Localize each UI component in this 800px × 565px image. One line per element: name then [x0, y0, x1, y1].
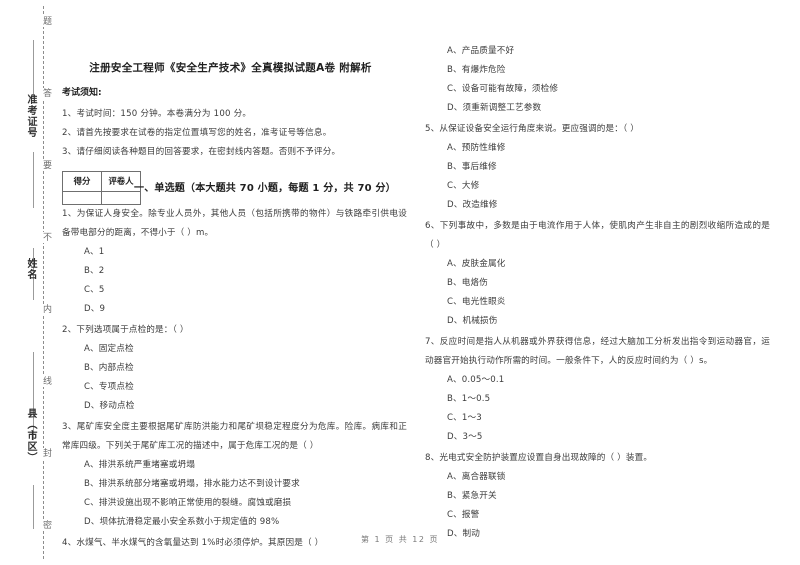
score-table: 得分 评卷人: [62, 171, 141, 205]
score-header-points: 得分: [62, 171, 102, 192]
margin-label-exam-number: 准考证号: [25, 94, 36, 138]
question-option[interactable]: D、3～5: [425, 428, 770, 447]
question-option[interactable]: D、坝体抗滑稳定最小安全系数小于规定值的 98%: [62, 513, 407, 532]
question-option[interactable]: C、电光性眼炎: [425, 293, 770, 312]
content-column-left: 考试须知: 1、考试时间：150 分钟。本卷满分为 100 分。 2、请首先按要…: [62, 84, 407, 553]
seal-char: 要: [36, 160, 51, 171]
question-option[interactable]: B、内部点检: [62, 359, 407, 378]
seal-char: 答: [36, 88, 51, 99]
page-title: 注册安全工程师《安全生产技术》全真模拟试题A卷 附解析: [89, 62, 372, 74]
question-option[interactable]: C、5: [62, 281, 407, 300]
question-option[interactable]: D、移动点检: [62, 397, 407, 416]
margin-rule: [33, 485, 34, 529]
seal-char: 密: [36, 520, 51, 531]
question-option[interactable]: B、事后维修: [425, 158, 770, 177]
question-stem: 6、下列事故中，多数是由于电流作用于人体，使肌肉产生非自主的剧烈收缩所造成的是（…: [425, 221, 770, 250]
question-option[interactable]: B、有爆炸危险: [425, 61, 770, 80]
question-option[interactable]: B、紧急开关: [425, 487, 770, 506]
question-option[interactable]: A、0.05～0.1: [425, 371, 770, 390]
page-footer: 第 1 页 共 12 页: [361, 535, 439, 544]
question-option[interactable]: A、皮肤金属化: [425, 255, 770, 274]
question-option[interactable]: B、排洪系统部分堵塞或坍塌，排水能力达不到设计要求: [62, 475, 407, 494]
seal-char: 题: [36, 16, 51, 27]
question-stem: 7、反应时间是指人从机器或外界获得信息，经过大脑加工分析发出指令到运动器官，运动…: [425, 337, 770, 366]
notice-item: 3、请仔细阅读各种题目的回答要求，在密封线内答题。否则不予评分。: [62, 147, 341, 157]
margin-rule: [33, 152, 34, 208]
question-stem: 2、下列选项属于点检的是：（ ）: [62, 325, 189, 335]
question-option[interactable]: C、报警: [425, 506, 770, 525]
question-option[interactable]: B、1～0.5: [425, 390, 770, 409]
question-option[interactable]: C、专项点检: [62, 378, 407, 397]
seal-char: 线: [36, 376, 51, 387]
seal-char: 内: [36, 304, 51, 315]
question-option[interactable]: A、1: [62, 243, 407, 262]
question-option[interactable]: A、产品质量不好: [425, 42, 770, 61]
question-option[interactable]: D、9: [62, 300, 407, 319]
question-option[interactable]: B、2: [62, 262, 407, 281]
question-option[interactable]: C、排洪设施出现不影响正常使用的裂缝。腐蚀或磨损: [62, 494, 407, 513]
question-option[interactable]: C、1～3: [425, 409, 770, 428]
margin-rule: [33, 40, 34, 96]
seal-char: 不: [36, 232, 51, 243]
question-option[interactable]: D、机械损伤: [425, 312, 770, 331]
seal-char: 封: [36, 448, 51, 459]
question-option[interactable]: C、大修: [425, 177, 770, 196]
section-heading: 一、单选题（本大题共 70 小题，每题 1 分，共 70 分）: [134, 183, 396, 194]
question-stem: 3、尾矿库安全度主要根据尾矿库防洪能力和尾矿坝稳定程度分为危库。险库。病库和正常…: [62, 422, 407, 451]
exam-paper-page: 题 答 要 不 内 线 封 密 准考证号 姓名 县（市区） 注册安全工程师《安全…: [0, 0, 800, 565]
question-stem: 1、为保证人身安全。除专业人员外，其他人员（包括所携带的物件）与铁路牵引供电设备…: [62, 209, 407, 238]
notice-heading: 考试须知:: [62, 88, 102, 98]
question-option[interactable]: A、排洪系统严重堵塞或坍塌: [62, 456, 407, 475]
question-option[interactable]: C、设备可能有故障，须检修: [425, 80, 770, 99]
question-option[interactable]: D、改造维修: [425, 196, 770, 215]
content-column-right: A、产品质量不好 B、有爆炸危险 C、设备可能有故障，须检修 D、须重新调整工艺…: [425, 42, 770, 544]
binding-margin: 题 答 要 不 内 线 封 密 准考证号 姓名 县（市区）: [0, 0, 58, 565]
question-stem: 5、从保证设备安全运行角度来说。更应强调的是：（ ）: [425, 124, 640, 134]
score-value-points[interactable]: [62, 191, 102, 205]
margin-label-county: 县（市区）: [25, 408, 36, 463]
question-option[interactable]: B、电烙伤: [425, 274, 770, 293]
question-option[interactable]: A、预防性维修: [425, 139, 770, 158]
margin-rule: [33, 352, 34, 404]
notice-item: 1、考试时间：150 分钟。本卷满分为 100 分。: [62, 109, 252, 119]
question-option[interactable]: A、固定点检: [62, 340, 407, 359]
score-row: 得分 评卷人 一、单选题（本大题共 70 小题，每题 1 分，共 70 分）: [62, 171, 407, 205]
margin-label-name: 姓名: [25, 258, 36, 280]
question-stem: 8、光电式安全防护装置应设置自身出现故障的（ ）装置。: [425, 453, 653, 463]
notice-item: 2、请首先按要求在试卷的指定位置填写您的姓名，准考证号等信息。: [62, 128, 332, 138]
question-option[interactable]: A、离合器联锁: [425, 468, 770, 487]
question-option[interactable]: D、须重新调整工艺参数: [425, 99, 770, 118]
